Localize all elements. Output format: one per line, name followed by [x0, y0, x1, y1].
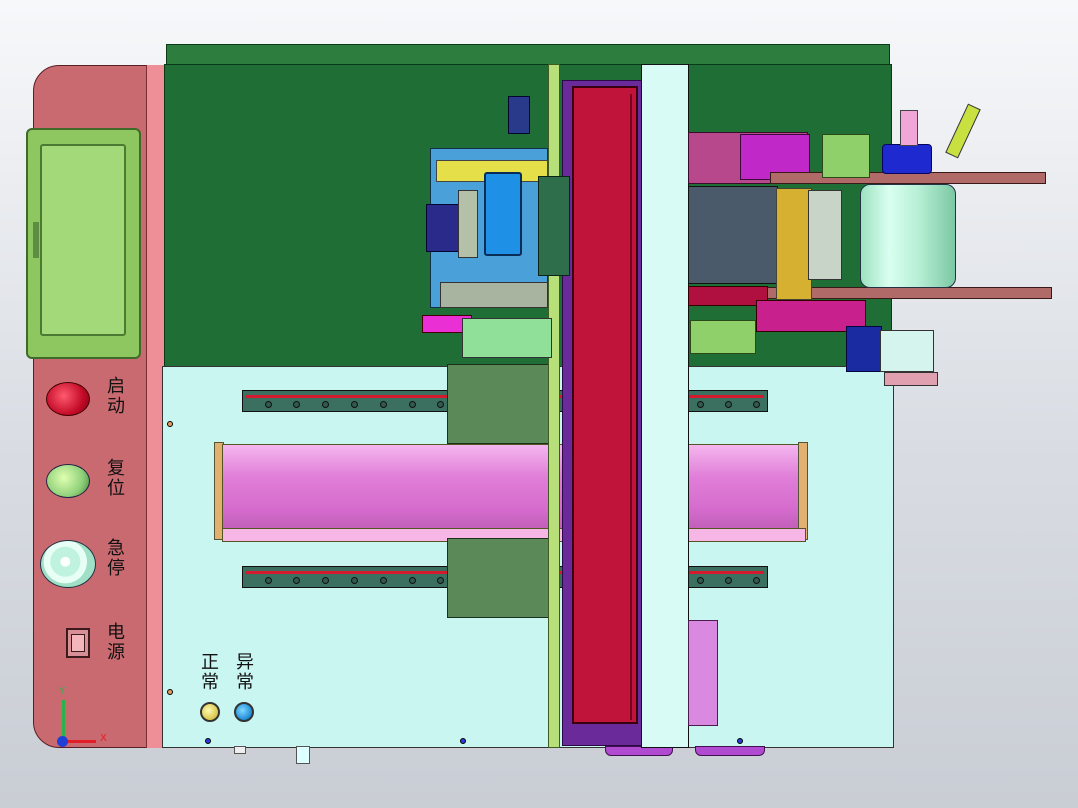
- reset-button[interactable]: [46, 464, 90, 498]
- start-label: 启动: [104, 376, 125, 416]
- abnormal-lamp: [234, 702, 254, 722]
- normal-label: 正常: [198, 652, 219, 692]
- rail-screw: [351, 401, 358, 408]
- pink-shaft: [900, 110, 918, 146]
- axis-x-label: X: [100, 733, 107, 744]
- dark-green-block: [538, 176, 570, 276]
- blue-cylinder: [484, 172, 522, 256]
- green-lower-block: [690, 320, 756, 354]
- rail-screw: [265, 401, 272, 408]
- power-switch-rocker: [71, 634, 85, 652]
- grey-rails: [440, 282, 548, 308]
- power-label: 电源: [104, 622, 125, 662]
- reset-label: 复位: [104, 458, 125, 498]
- green-bracket: [822, 134, 870, 178]
- navy-motor: [846, 326, 882, 372]
- base-screw: [205, 738, 211, 744]
- lever-handle[interactable]: [945, 103, 981, 159]
- hmi-screen-display: [40, 144, 126, 336]
- rail-screw: [380, 401, 387, 408]
- tape-spool: [860, 184, 956, 288]
- estop-label: 急停: [104, 538, 125, 578]
- rail-screw: [293, 401, 300, 408]
- abnormal-label: 异常: [233, 652, 254, 692]
- purple-side-block: [688, 620, 718, 726]
- yellow-bracket: [776, 188, 812, 300]
- rail-screw: [409, 401, 416, 408]
- base-screw: [737, 738, 743, 744]
- blue-motor-cap: [882, 144, 932, 174]
- rail-screw: [322, 401, 329, 408]
- red-panel-inner: [574, 94, 632, 720]
- rail-screw: [265, 577, 272, 584]
- magenta-roller: [222, 444, 800, 538]
- light-green-plate: [462, 318, 552, 358]
- dark-belt: [688, 186, 778, 284]
- grey-bracket: [458, 190, 478, 258]
- normal-lamp: [200, 702, 220, 722]
- rail-screw: [293, 577, 300, 584]
- base-screw: [460, 738, 466, 744]
- base-foot: [234, 746, 246, 754]
- white-vertical-plate: [641, 64, 689, 748]
- rail-screw: [725, 577, 732, 584]
- emergency-stop-button[interactable]: [40, 540, 96, 588]
- rail-screw: [725, 401, 732, 408]
- motor-base: [884, 372, 938, 386]
- carriage-block-upper: [447, 364, 551, 444]
- base-screw: [167, 689, 173, 695]
- axis-origin: [57, 736, 68, 747]
- rail-screw: [380, 577, 387, 584]
- rail-screw: [351, 577, 358, 584]
- rail-screw: [437, 577, 444, 584]
- start-button[interactable]: [46, 382, 90, 416]
- base-foot: [296, 746, 310, 764]
- base-foot: [695, 746, 765, 756]
- base-screw: [167, 421, 173, 427]
- grey-motor-housing: [880, 330, 934, 372]
- rail-screw: [753, 401, 760, 408]
- vertical-guide-bar: [548, 64, 560, 748]
- clamp-assembly: [808, 190, 842, 280]
- rail-screw: [753, 577, 760, 584]
- axis-y-label: Y: [59, 686, 66, 697]
- rail-screw: [409, 577, 416, 584]
- top-frame-bar: [166, 44, 890, 66]
- roller-end-right: [798, 442, 808, 540]
- rail-screw: [697, 577, 704, 584]
- navy-post: [508, 96, 530, 134]
- rail-screw: [437, 401, 444, 408]
- carriage-block-lower: [447, 538, 551, 618]
- rail-screw: [697, 401, 704, 408]
- rail-screw: [322, 577, 329, 584]
- hmi-logo-strip: [33, 222, 39, 258]
